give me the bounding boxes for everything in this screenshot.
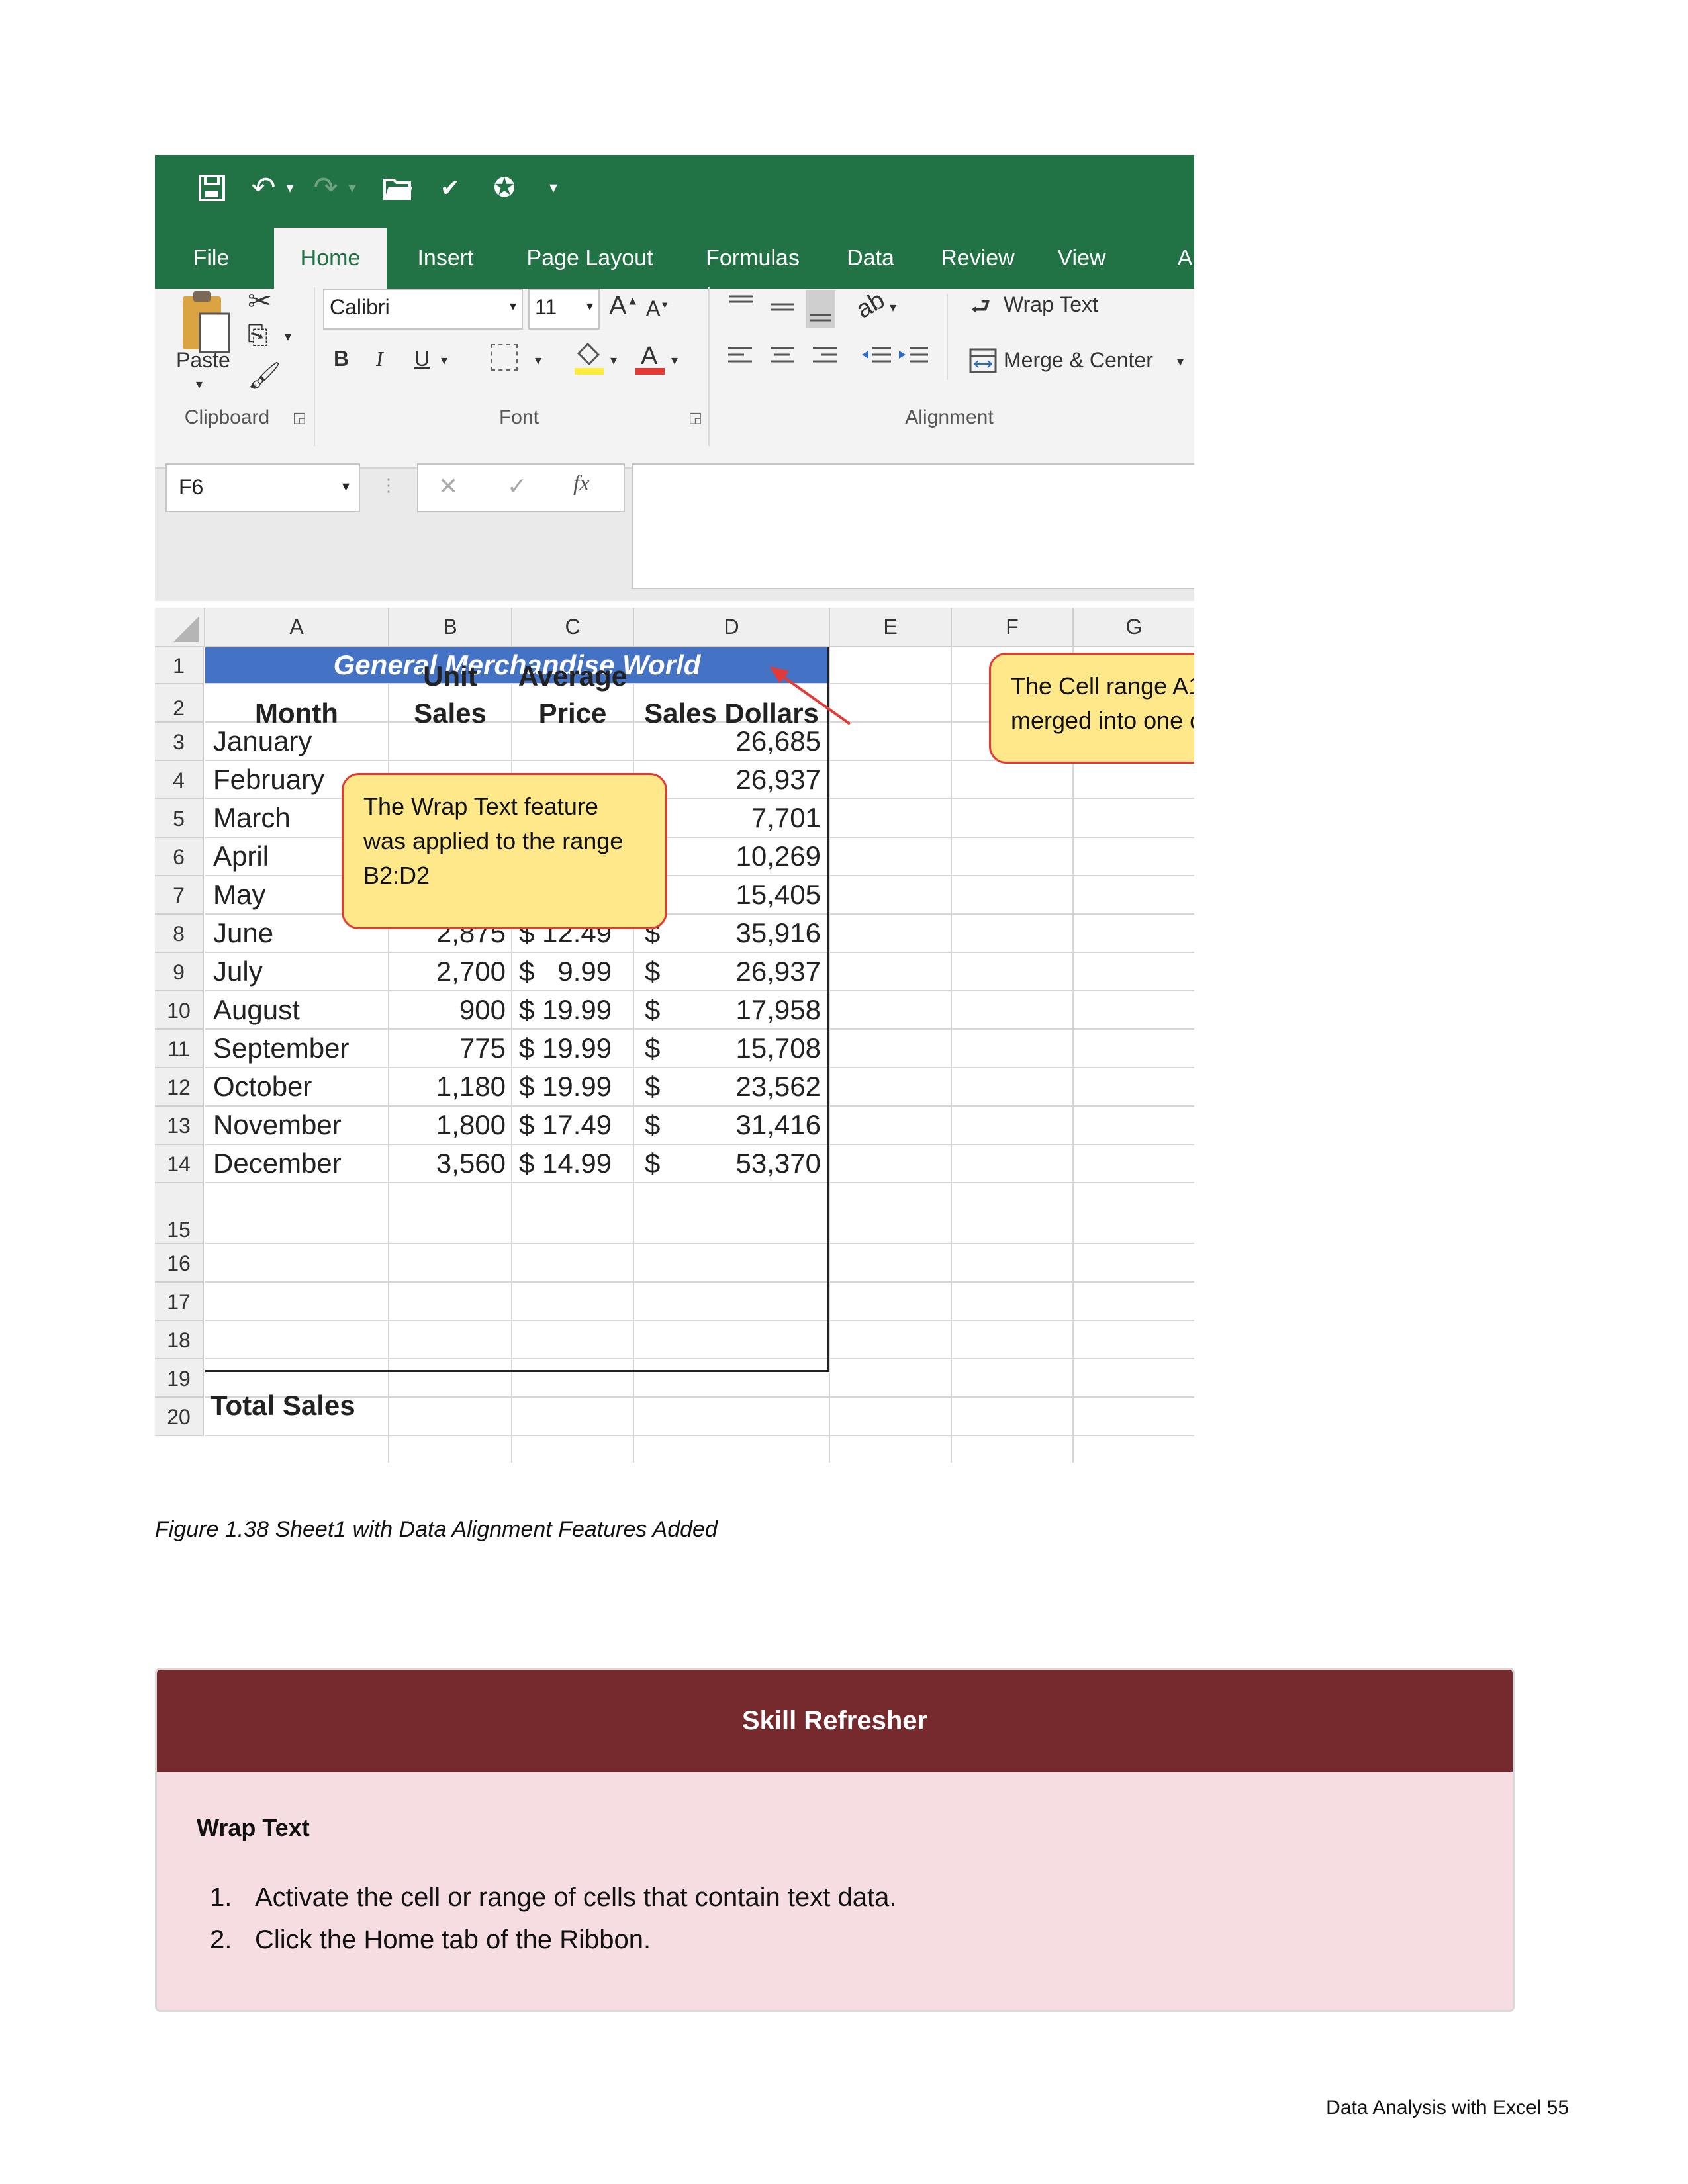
skill-refresher-header: Skill Refresher — [157, 1670, 1513, 1772]
page-footer: Data Analysis with Excel 55 — [1326, 2097, 1569, 2118]
skill-refresher-box: Skill Refresher Wrap Text 1. Activate th… — [155, 1668, 1515, 2012]
skill-title: Wrap Text — [197, 1814, 310, 1841]
figure-caption: Figure 1.38 Sheet1 with Data Alignment F… — [155, 1517, 718, 1542]
step-2-text: Click the Home tab of the Ribbon. — [255, 1925, 651, 1954]
step-1-number: 1. — [210, 1883, 232, 1912]
step-2-number: 2. — [210, 1925, 232, 1954]
step-1-text: Activate the cell or range of cells that… — [255, 1883, 897, 1912]
excel-screenshot: ↶ ▾ ↷ ▾ ✔ ✪ ▾ File Home Insert Page Layo… — [155, 155, 1194, 1494]
callout-arrow — [769, 666, 851, 725]
